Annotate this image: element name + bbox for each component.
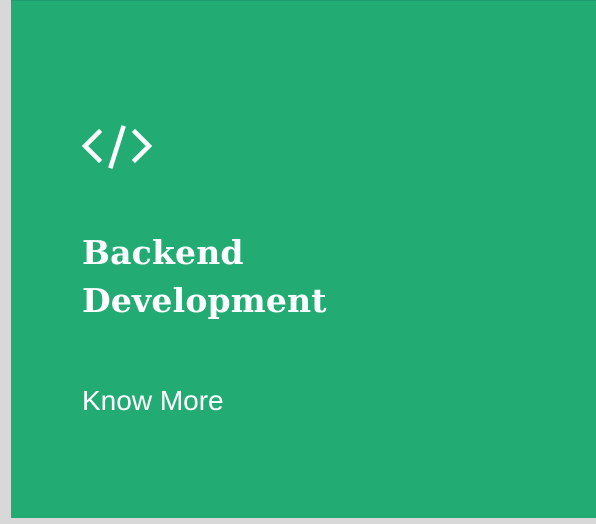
code-icon	[81, 124, 153, 170]
card-title-line-1: Backend	[82, 233, 244, 272]
card-title-line-2: Development	[82, 281, 327, 320]
service-card: Backend Development Know More	[11, 0, 596, 518]
card-title: Backend Development	[82, 229, 327, 325]
know-more-link[interactable]: Know More	[82, 381, 224, 421]
